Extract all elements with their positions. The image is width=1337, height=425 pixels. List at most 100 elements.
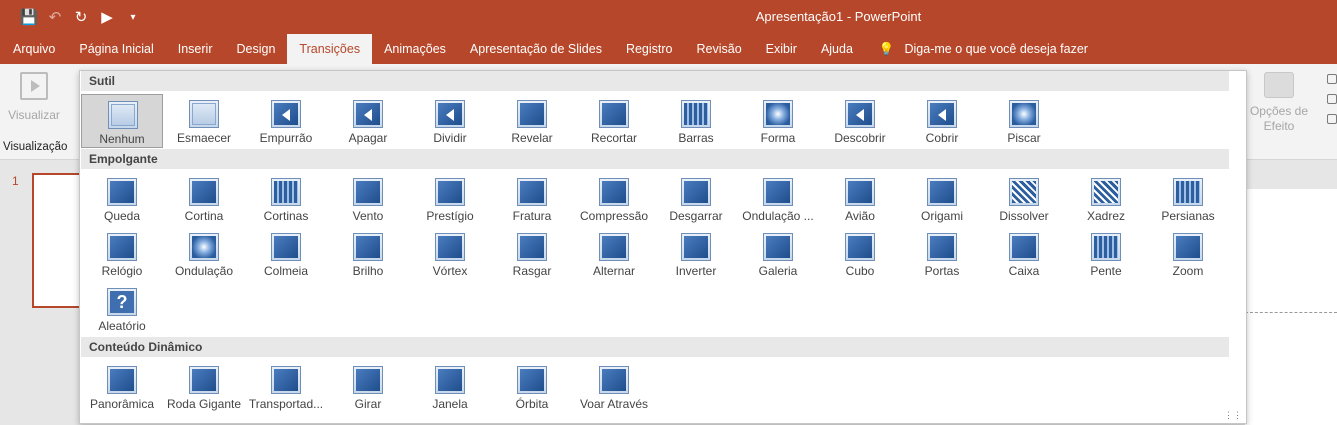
transition-item[interactable]: Colmeia: [245, 227, 327, 281]
transition-item[interactable]: Xadrez: [1065, 172, 1147, 226]
transition-item[interactable]: Desgarrar: [655, 172, 737, 226]
transition-label: Fratura: [512, 209, 552, 223]
tab-animacoes[interactable]: Animações: [372, 34, 458, 64]
transition-item[interactable]: Inverter: [655, 227, 737, 281]
transition-icon: [189, 178, 219, 206]
transition-item[interactable]: Galeria: [737, 227, 819, 281]
transition-item[interactable]: Órbita: [491, 360, 573, 414]
transition-item[interactable]: Vento: [327, 172, 409, 226]
tab-ajuda[interactable]: Ajuda: [809, 34, 865, 64]
transition-icon: [845, 178, 875, 206]
transition-item[interactable]: Compressão: [573, 172, 655, 226]
transition-item[interactable]: Empurrão: [245, 94, 327, 148]
tab-revisao[interactable]: Revisão: [685, 34, 754, 64]
section-header: Conteúdo Dinâmico: [81, 337, 1229, 357]
transition-item[interactable]: Alternar: [573, 227, 655, 281]
transition-item[interactable]: Voar Através: [573, 360, 655, 414]
transition-label: Esmaecer: [176, 131, 232, 145]
tab-pagina-inicial[interactable]: Página Inicial: [67, 34, 165, 64]
transition-item[interactable]: Girar: [327, 360, 409, 414]
transition-label: Portas: [924, 264, 960, 278]
preview-icon: [20, 72, 48, 100]
effect-options-button[interactable]: Opções de Efeito: [1248, 72, 1310, 134]
tab-exibir[interactable]: Exibir: [754, 34, 809, 64]
transition-item[interactable]: Cubo: [819, 227, 901, 281]
transition-item[interactable]: Esmaecer: [163, 94, 245, 148]
transition-item[interactable]: Ondulação ...: [737, 172, 819, 226]
transition-item[interactable]: Barras: [655, 94, 737, 148]
transition-item[interactable]: Vórtex: [409, 227, 491, 281]
transition-item[interactable]: Caixa: [983, 227, 1065, 281]
transition-label: Caixa: [1008, 264, 1040, 278]
transition-item[interactable]: Relógio: [81, 227, 163, 281]
transition-item[interactable]: Rasgar: [491, 227, 573, 281]
transition-item[interactable]: Portas: [901, 227, 983, 281]
transition-item[interactable]: Descobrir: [819, 94, 901, 148]
transitions-gallery: ⋮⋮ Sutil Nenhum Esmaecer Empurrão Apagar Divi…: [79, 70, 1247, 424]
tab-transicoes[interactable]: Transições: [287, 34, 373, 64]
transition-item[interactable]: ? Aleatório: [81, 282, 163, 336]
transition-item[interactable]: Roda Gigante: [163, 360, 245, 414]
transition-item[interactable]: Cortinas: [245, 172, 327, 226]
transition-label: Apagar: [348, 131, 388, 145]
transition-item[interactable]: Dissolver: [983, 172, 1065, 226]
transition-label: Zoom: [1172, 264, 1204, 278]
transition-item[interactable]: Recortar: [573, 94, 655, 148]
transition-item[interactable]: Panorâmica: [81, 360, 163, 414]
transition-item[interactable]: Origami: [901, 172, 983, 226]
transition-item[interactable]: Brilho: [327, 227, 409, 281]
transition-label: Cubo: [845, 264, 875, 278]
transition-icon: [1009, 100, 1039, 128]
timing-controls: [1322, 68, 1337, 158]
transition-item[interactable]: Dividir: [409, 94, 491, 148]
transition-icon: [1091, 178, 1121, 206]
transition-icon: [435, 100, 465, 128]
transition-item[interactable]: Janela: [409, 360, 491, 414]
transition-item[interactable]: Nenhum: [81, 94, 163, 148]
transition-label: Órbita: [515, 397, 549, 411]
transition-item[interactable]: Piscar: [983, 94, 1065, 148]
duration-icon[interactable]: [1327, 94, 1337, 104]
transition-icon: [435, 178, 465, 206]
window-title: Apresentação1 - PowerPoint: [755, 9, 922, 24]
transition-item[interactable]: Queda: [81, 172, 163, 226]
transition-item[interactable]: Zoom: [1147, 227, 1229, 281]
transition-label: Empurrão: [259, 131, 313, 145]
slide-canvas[interactable]: [1245, 189, 1337, 425]
transition-item[interactable]: Forma: [737, 94, 819, 148]
tab-inserir[interactable]: Inserir: [166, 34, 225, 64]
preview-label: Visualizar: [8, 108, 60, 122]
preview-button[interactable]: Visualizar: [6, 70, 62, 122]
transition-icon: [271, 366, 301, 394]
tab-design[interactable]: Design: [224, 34, 287, 64]
transition-item[interactable]: Cortina: [163, 172, 245, 226]
transition-label: Forma: [760, 131, 796, 145]
transition-item[interactable]: Persianas: [1147, 172, 1229, 226]
transition-item[interactable]: Prestígio: [409, 172, 491, 226]
transition-item[interactable]: Fratura: [491, 172, 573, 226]
transition-label: Dividir: [433, 131, 467, 145]
tab-arquivo[interactable]: Arquivo: [0, 34, 67, 64]
transition-item[interactable]: Revelar: [491, 94, 573, 148]
transition-item[interactable]: Transportad...: [245, 360, 327, 414]
sound-icon[interactable]: [1327, 74, 1337, 84]
transition-item[interactable]: Apagar: [327, 94, 409, 148]
transition-icon: [1091, 233, 1121, 261]
tab-registro[interactable]: Registro: [614, 34, 685, 64]
transition-label: Vento: [352, 209, 384, 223]
transition-icon: [763, 233, 793, 261]
tell-me-search[interactable]: 💡 Diga-me o que você deseja fazer: [865, 34, 1088, 64]
transition-label: Janela: [432, 397, 468, 411]
transition-label: Panorâmica: [89, 397, 155, 411]
transition-icon: [353, 100, 383, 128]
transition-item[interactable]: Avião: [819, 172, 901, 226]
transition-item[interactable]: Cobrir: [901, 94, 983, 148]
tab-apresentacao-de-slides[interactable]: Apresentação de Slides: [458, 34, 614, 64]
apply-all-icon[interactable]: [1327, 114, 1337, 124]
transition-item[interactable]: Ondulação: [163, 227, 245, 281]
transition-item[interactable]: Pente: [1065, 227, 1147, 281]
transition-label: Voar Através: [579, 397, 649, 411]
transition-icon: [435, 366, 465, 394]
resize-grip-icon[interactable]: ⋮⋮: [1224, 410, 1242, 421]
tell-me-text: Diga-me o que você deseja fazer: [904, 42, 1088, 56]
